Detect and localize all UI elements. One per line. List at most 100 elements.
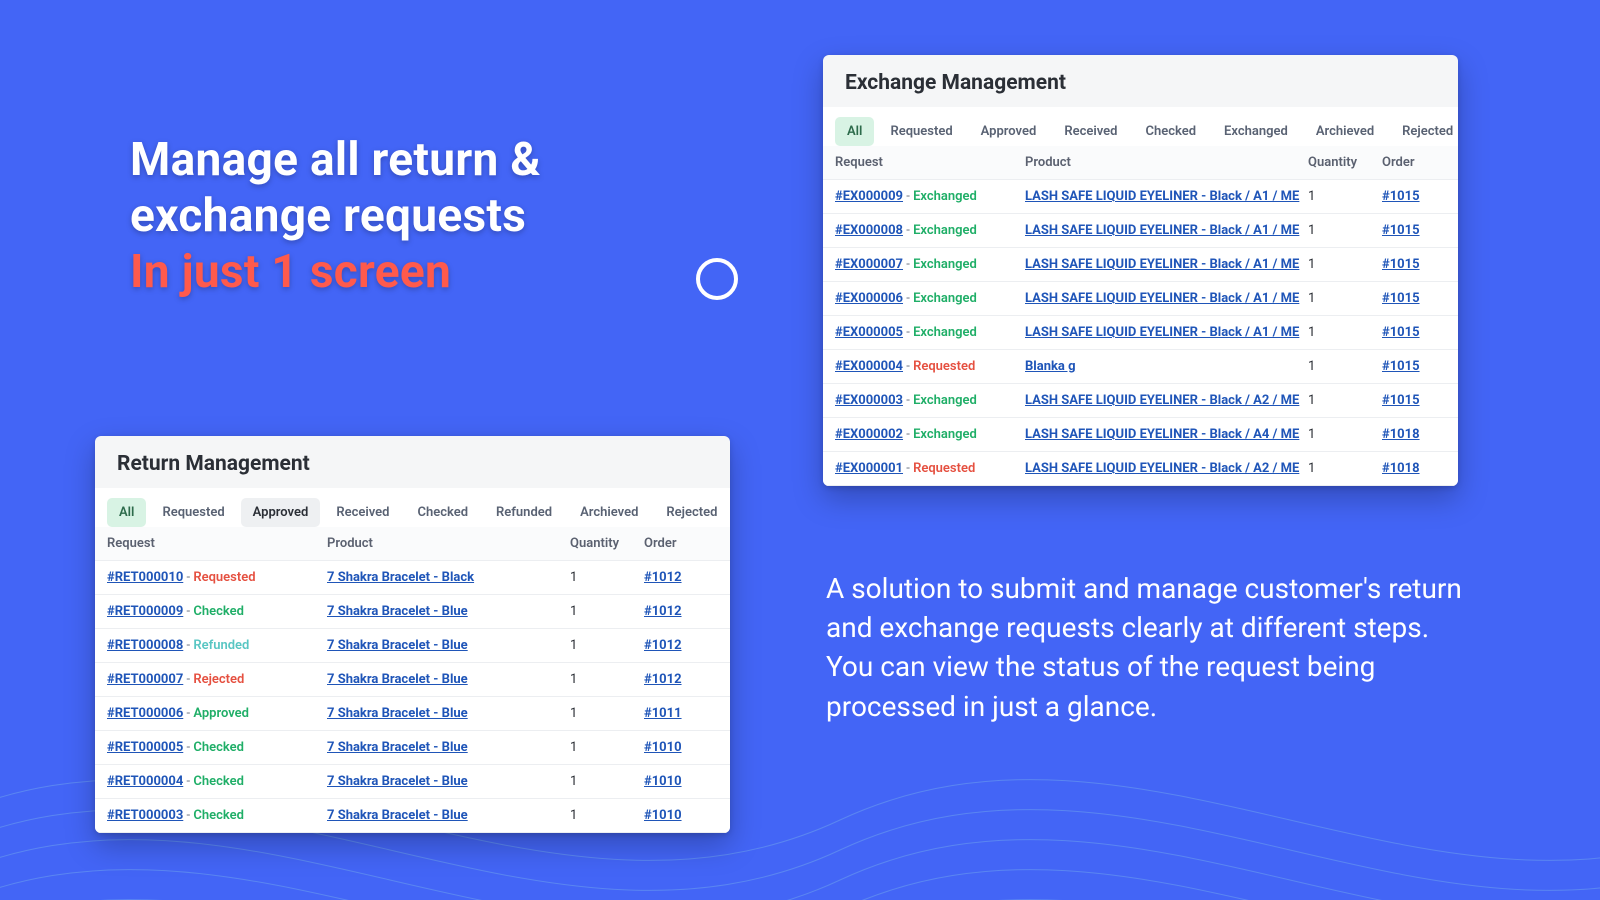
product-link[interactable]: LASH SAFE LIQUID EYELINER - Black / A2 /… (1025, 461, 1299, 476)
tab-approved[interactable]: Approved (241, 498, 321, 527)
tab-received[interactable]: Received (1052, 117, 1129, 146)
request-id-link[interactable]: #RET000004 (107, 774, 183, 789)
order-link[interactable]: #1012 (644, 570, 682, 585)
tab-archieved[interactable]: Archieved (568, 498, 650, 527)
order-cell: #1015 (1382, 257, 1446, 272)
order-link[interactable]: #1015 (1382, 223, 1420, 238)
request-cell: #RET000007 - Rejected (107, 672, 327, 687)
order-cell: #1010 (644, 740, 718, 755)
tab-rejected[interactable]: Rejected (654, 498, 729, 527)
quantity-cell: 1 (1308, 189, 1382, 204)
request-id-link[interactable]: #EX000002 (835, 427, 903, 442)
quantity-cell: 1 (570, 740, 644, 755)
order-cell: #1015 (1382, 325, 1446, 340)
order-cell: #1015 (1382, 393, 1446, 408)
tab-all[interactable]: All (107, 498, 146, 527)
order-link[interactable]: #1010 (644, 808, 682, 823)
order-link[interactable]: #1018 (1382, 427, 1420, 442)
order-link[interactable]: #1018 (1382, 461, 1420, 476)
request-id-link[interactable]: #EX000008 (835, 223, 903, 238)
tab-archieved[interactable]: Archieved (1304, 117, 1386, 146)
product-link[interactable]: LASH SAFE LIQUID EYELINER - Black / A1 /… (1025, 257, 1299, 272)
product-link[interactable]: 7 Shakra Bracelet - Blue (327, 672, 468, 687)
request-id-link[interactable]: #RET000003 (107, 808, 183, 823)
product-cell: 7 Shakra Bracelet - Blue (327, 740, 570, 755)
product-link[interactable]: Blanka g (1025, 359, 1076, 374)
product-link[interactable]: 7 Shakra Bracelet - Blue (327, 740, 468, 755)
request-id-link[interactable]: #EX000005 (835, 325, 903, 340)
tab-refunded[interactable]: Refunded (484, 498, 564, 527)
col-order: Order (1382, 155, 1446, 170)
order-link[interactable]: #1011 (644, 706, 682, 721)
order-link[interactable]: #1015 (1382, 189, 1420, 204)
tab-approved[interactable]: Approved (969, 117, 1049, 146)
tab-rejected[interactable]: Rejected (1390, 117, 1458, 146)
request-cell: #EX000002 - Exchanged (835, 427, 1025, 442)
exchange-table-row: #EX000003 - ExchangedLASH SAFE LIQUID EY… (823, 384, 1458, 418)
col-order: Order (644, 536, 718, 551)
exchange-table-row: #EX000001 - RequestedLASH SAFE LIQUID EY… (823, 452, 1458, 486)
product-link[interactable]: LASH SAFE LIQUID EYELINER - Black / A1 /… (1025, 325, 1299, 340)
product-link[interactable]: 7 Shakra Bracelet - Black (327, 570, 474, 585)
request-id-link[interactable]: #EX000007 (835, 257, 903, 272)
quantity-cell: 1 (570, 638, 644, 653)
product-link[interactable]: LASH SAFE LIQUID EYELINER - Black / A1 /… (1025, 291, 1299, 306)
order-link[interactable]: #1012 (644, 604, 682, 619)
order-link[interactable]: #1015 (1382, 359, 1420, 374)
request-id-link[interactable]: #RET000007 (107, 672, 183, 687)
tab-requested[interactable]: Requested (150, 498, 236, 527)
request-id-link[interactable]: #EX000009 (835, 189, 903, 204)
exchange-panel-title: Exchange Management (823, 55, 1458, 107)
separator: - (183, 808, 193, 823)
product-cell: 7 Shakra Bracelet - Blue (327, 638, 570, 653)
order-link[interactable]: #1015 (1382, 291, 1420, 306)
return-table-row: #RET000009 - Checked7 Shakra Bracelet - … (95, 595, 730, 629)
product-link[interactable]: LASH SAFE LIQUID EYELINER - Black / A4 /… (1025, 427, 1299, 442)
request-id-link[interactable]: #RET000005 (107, 740, 183, 755)
product-link[interactable]: 7 Shakra Bracelet - Blue (327, 638, 468, 653)
product-link[interactable]: LASH SAFE LIQUID EYELINER - Black / A1 /… (1025, 223, 1299, 238)
order-cell: #1010 (644, 808, 718, 823)
order-link[interactable]: #1015 (1382, 325, 1420, 340)
tab-received[interactable]: Received (324, 498, 401, 527)
request-id-link[interactable]: #EX000003 (835, 393, 903, 408)
product-link[interactable]: LASH SAFE LIQUID EYELINER - Black / A2 /… (1025, 393, 1299, 408)
order-cell: #1015 (1382, 223, 1446, 238)
product-link[interactable]: 7 Shakra Bracelet - Blue (327, 604, 468, 619)
request-cell: #EX000003 - Exchanged (835, 393, 1025, 408)
request-id-link[interactable]: #EX000001 (835, 461, 903, 476)
tab-checked[interactable]: Checked (405, 498, 480, 527)
col-product: Product (1025, 155, 1308, 170)
product-link[interactable]: 7 Shakra Bracelet - Blue (327, 808, 468, 823)
request-id-link[interactable]: #EX000006 (835, 291, 903, 306)
order-link[interactable]: #1012 (644, 638, 682, 653)
product-link[interactable]: 7 Shakra Bracelet - Blue (327, 774, 468, 789)
separator: - (183, 570, 193, 585)
request-id-link[interactable]: #RET000009 (107, 604, 183, 619)
order-link[interactable]: #1010 (644, 740, 682, 755)
product-link[interactable]: LASH SAFE LIQUID EYELINER - Black / A1 /… (1025, 189, 1299, 204)
tab-checked[interactable]: Checked (1133, 117, 1208, 146)
product-link[interactable]: 7 Shakra Bracelet - Blue (327, 706, 468, 721)
headline-line2: exchange requests (130, 189, 526, 243)
tab-requested[interactable]: Requested (878, 117, 964, 146)
request-id-link[interactable]: #RET000008 (107, 638, 183, 653)
request-id-link[interactable]: #EX000004 (835, 359, 903, 374)
order-link[interactable]: #1015 (1382, 257, 1420, 272)
request-cell: #RET000006 - Approved (107, 706, 327, 721)
quantity-cell: 1 (570, 604, 644, 619)
product-cell: 7 Shakra Bracelet - Black (327, 570, 570, 585)
request-id-link[interactable]: #RET000006 (107, 706, 183, 721)
order-link[interactable]: #1012 (644, 672, 682, 687)
tab-all[interactable]: All (835, 117, 874, 146)
order-link[interactable]: #1010 (644, 774, 682, 789)
status-badge: Checked (193, 740, 244, 755)
order-link[interactable]: #1015 (1382, 393, 1420, 408)
quantity-cell: 1 (570, 808, 644, 823)
exchange-table-row: #EX000004 - RequestedBlanka g1#1015 (823, 350, 1458, 384)
tab-exchanged[interactable]: Exchanged (1212, 117, 1300, 146)
stage: Manage all return & exchange requests In… (0, 0, 1600, 900)
status-badge: Exchanged (913, 223, 977, 238)
request-id-link[interactable]: #RET000010 (107, 570, 183, 585)
quantity-cell: 1 (1308, 359, 1382, 374)
